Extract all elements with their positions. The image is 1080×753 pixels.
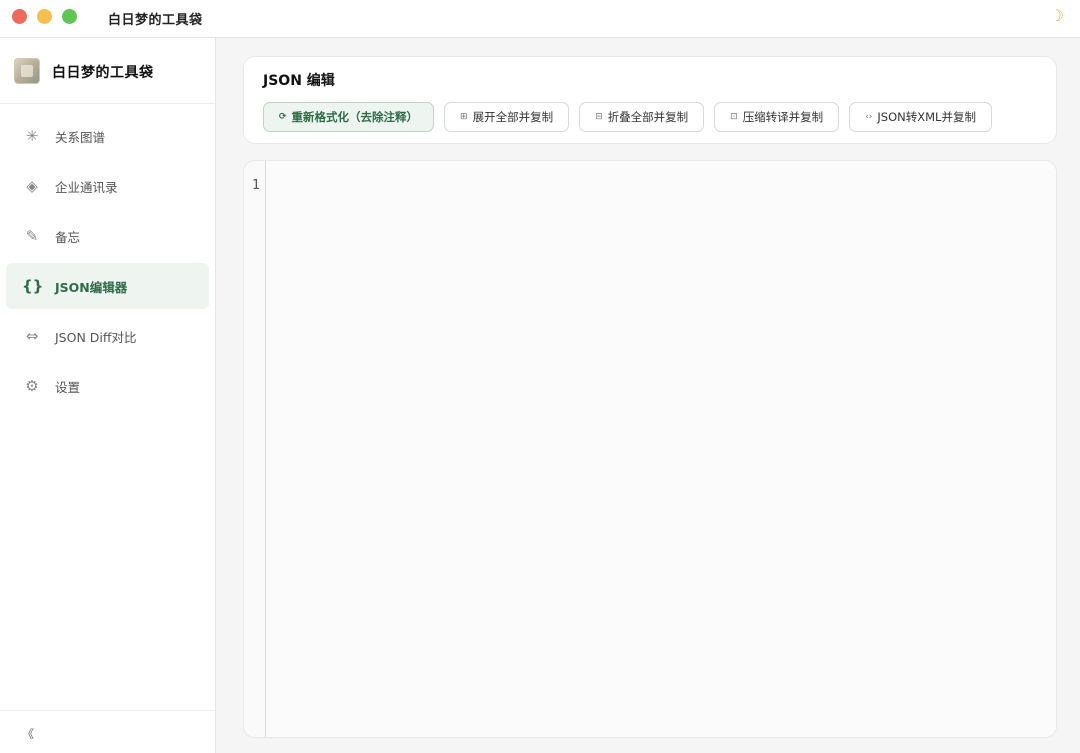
close-window-button[interactable] <box>12 9 27 24</box>
diff-arrows-icon: ⇔ <box>25 327 39 345</box>
logo-icon <box>14 58 40 84</box>
button-label: 重新格式化（去除注释） <box>291 110 419 124</box>
button-label: JSON转XML并复制 <box>877 110 976 124</box>
sidebar-item-label: 设置 <box>55 379 81 395</box>
json-to-xml-copy-button[interactable]: ‹› JSON转XML并复制 <box>849 102 992 132</box>
pencil-icon: ✎ <box>25 227 39 245</box>
reformat-button[interactable]: ⟳ 重新格式化（去除注释） <box>263 102 435 132</box>
code-input-area[interactable] <box>267 161 1056 737</box>
sidebar-item-label: 关系图谱 <box>55 129 106 145</box>
code-icon: ‹› <box>865 112 873 122</box>
sidebar-nav: ✳ 关系图谱 ◈ 企业通讯录 ✎ 备忘 {} JSON编辑器 ⇔ JSON Di… <box>0 113 215 413</box>
button-label: 折叠全部并复制 <box>607 110 689 124</box>
app-window: 白日梦的工具袋 ☽ 白日梦的工具袋 ✳ 关系图谱 ◈ 企业通讯录 ✎ 备忘 {}… <box>0 0 1080 753</box>
sidebar: 白日梦的工具袋 ✳ 关系图谱 ◈ 企业通讯录 ✎ 备忘 {} JSON编辑器 ⇔… <box>0 38 216 753</box>
editor-header-card: JSON 编辑 ⟳ 重新格式化（去除注释） ⊞ 展开全部并复制 ⊟ 折叠全部并复… <box>243 56 1057 144</box>
diamond-icon: ◈ <box>26 177 38 195</box>
expand-all-copy-button[interactable]: ⊞ 展开全部并复制 <box>444 102 570 132</box>
page-title: JSON 编辑 <box>263 73 335 89</box>
graph-icon: ✳ <box>25 127 39 145</box>
line-number: 1 <box>252 178 260 193</box>
sidebar-item-graph[interactable]: ✳ 关系图谱 <box>6 113 209 159</box>
main-content: JSON 编辑 ⟳ 重新格式化（去除注释） ⊞ 展开全部并复制 ⊟ 折叠全部并复… <box>216 38 1080 753</box>
title-bar: 白日梦的工具袋 ☽ <box>0 0 1080 38</box>
sidebar-item-json-diff[interactable]: ⇔ JSON Diff对比 <box>6 313 209 359</box>
sidebar-item-label: 企业通讯录 <box>55 179 118 195</box>
sidebar-item-label: JSON编辑器 <box>55 279 128 295</box>
sidebar-item-label: 备忘 <box>55 229 81 245</box>
braces-icon: {} <box>22 277 44 295</box>
sidebar-item-memo[interactable]: ✎ 备忘 <box>6 213 209 259</box>
sidebar-footer: 《 <box>0 710 215 753</box>
collapse-all-copy-button[interactable]: ⊟ 折叠全部并复制 <box>579 102 705 132</box>
refresh-icon: ⟳ <box>279 112 287 122</box>
compress-escape-copy-button[interactable]: ⊡ 压缩转译并复制 <box>714 102 840 132</box>
sidebar-item-settings[interactable]: ⚙ 设置 <box>6 363 209 409</box>
editor-toolbar: ⟳ 重新格式化（去除注释） ⊞ 展开全部并复制 ⊟ 折叠全部并复制 ⊡ 压缩转译… <box>263 102 992 132</box>
compress-icon: ⊡ <box>730 112 738 122</box>
maximize-window-button[interactable] <box>62 9 77 24</box>
sidebar-item-contacts[interactable]: ◈ 企业通讯录 <box>6 163 209 209</box>
button-label: 压缩转译并复制 <box>742 110 824 124</box>
expand-icon: ⊞ <box>460 112 468 122</box>
brand: 白日梦的工具袋 <box>0 38 215 104</box>
window-title: 白日梦的工具袋 <box>108 13 203 28</box>
gear-icon: ⚙ <box>25 377 39 395</box>
brand-name: 白日梦的工具袋 <box>52 65 154 81</box>
collapse-sidebar-icon[interactable]: 《 <box>22 725 34 742</box>
code-editor[interactable]: 1 <box>243 160 1057 738</box>
button-label: 展开全部并复制 <box>472 110 554 124</box>
collapse-icon: ⊟ <box>595 112 603 122</box>
sidebar-item-label: JSON Diff对比 <box>55 329 137 345</box>
sidebar-item-json-editor[interactable]: {} JSON编辑器 <box>6 263 209 309</box>
minimize-window-button[interactable] <box>37 9 52 24</box>
line-number-gutter: 1 <box>244 161 266 737</box>
moon-icon[interactable]: ☽ <box>1050 6 1064 25</box>
